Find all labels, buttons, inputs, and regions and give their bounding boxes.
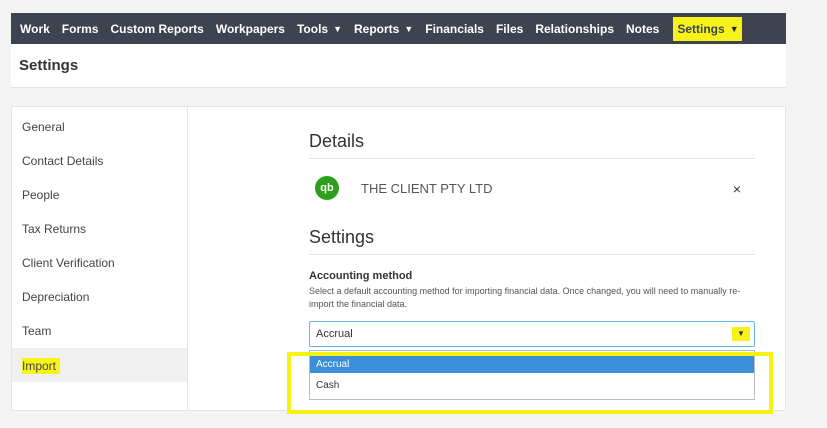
nav-forms-label: Forms (61, 21, 99, 36)
nav-financials[interactable]: Financials (425, 22, 484, 36)
caret-down-icon: ▼ (404, 23, 414, 34)
nav-settings-label: Settings (677, 21, 725, 36)
sidebar-item-label: People (22, 188, 60, 202)
dropdown-arrow-icon[interactable]: ▼ (732, 327, 750, 341)
nav-files[interactable]: Files (496, 22, 523, 36)
nav-custom-reports-label: Custom Reports (110, 21, 204, 36)
nav-custom-reports[interactable]: Custom Reports (110, 22, 203, 36)
details-heading: Details (309, 131, 755, 159)
sidebar-item-people[interactable]: People (12, 178, 187, 212)
page-header: Settings (11, 44, 786, 88)
sidebar-item-depreciation[interactable]: Depreciation (12, 280, 187, 314)
caret-down-icon: ▼ (729, 23, 739, 34)
sidebar-item-label: Depreciation (22, 290, 90, 304)
nav-workpapers-label: Workpapers (215, 21, 285, 36)
nav-relationships[interactable]: Relationships (535, 22, 614, 36)
sidebar-item-label: Tax Returns (22, 222, 87, 236)
nav-reports-label: Reports (354, 21, 400, 36)
nav-work[interactable]: Work (20, 22, 50, 36)
nav-workpapers[interactable]: Workpapers (216, 22, 285, 36)
sidebar-item-label: Client Verification (22, 256, 115, 270)
accounting-method-help: Select a default accounting method for i… (309, 286, 741, 309)
nav-notes-label: Notes (626, 21, 660, 36)
sidebar-item-label: Team (22, 324, 52, 338)
sidebar-item-label: Import (22, 358, 61, 374)
nav-tools-menu[interactable]: Tools ▼ (297, 22, 342, 36)
sidebar-item-import[interactable]: Import (12, 348, 187, 382)
sidebar-item-tax-returns[interactable]: Tax Returns (12, 212, 187, 246)
accounting-method-select[interactable]: Accrual ▼ (309, 321, 755, 347)
nav-tools-label: Tools (296, 21, 329, 36)
sidebar-item-client-verification[interactable]: Client Verification (12, 246, 187, 280)
client-row: qb THE CLIENT PTY LTD × (309, 176, 755, 202)
nav-work-label: Work (20, 21, 50, 36)
settings-heading: Settings (309, 227, 755, 255)
nav-notes[interactable]: Notes (626, 22, 659, 36)
close-icon[interactable]: × (733, 181, 741, 197)
top-navigation-bar: Work Forms Custom Reports Workpapers Too… (11, 13, 786, 44)
nav-forms[interactable]: Forms (62, 22, 99, 36)
highlight-annotation (287, 352, 773, 414)
sidebar-item-contact-details[interactable]: Contact Details (12, 144, 187, 178)
nav-files-label: Files (495, 21, 524, 36)
client-name: THE CLIENT PTY LTD (361, 181, 493, 196)
caret-down-icon: ▼ (333, 23, 342, 34)
sidebar-item-label: General (22, 120, 65, 134)
sidebar-item-label: Contact Details (22, 154, 104, 168)
sidebar-item-team[interactable]: Team (12, 314, 187, 348)
nav-relationships-label: Relationships (535, 21, 614, 36)
quickbooks-icon: qb (315, 176, 339, 200)
page-title: Settings (19, 57, 79, 74)
nav-reports-menu[interactable]: Reports ▼ (354, 22, 413, 36)
settings-sidebar: General Contact Details People Tax Retur… (12, 107, 188, 410)
accounting-method-label: Accounting method (309, 270, 413, 282)
select-value: Accrual (316, 328, 353, 340)
nav-financials-label: Financials (425, 21, 484, 36)
nav-settings-menu[interactable]: Settings ▼ (673, 16, 742, 41)
sidebar-item-general[interactable]: General (12, 110, 187, 144)
